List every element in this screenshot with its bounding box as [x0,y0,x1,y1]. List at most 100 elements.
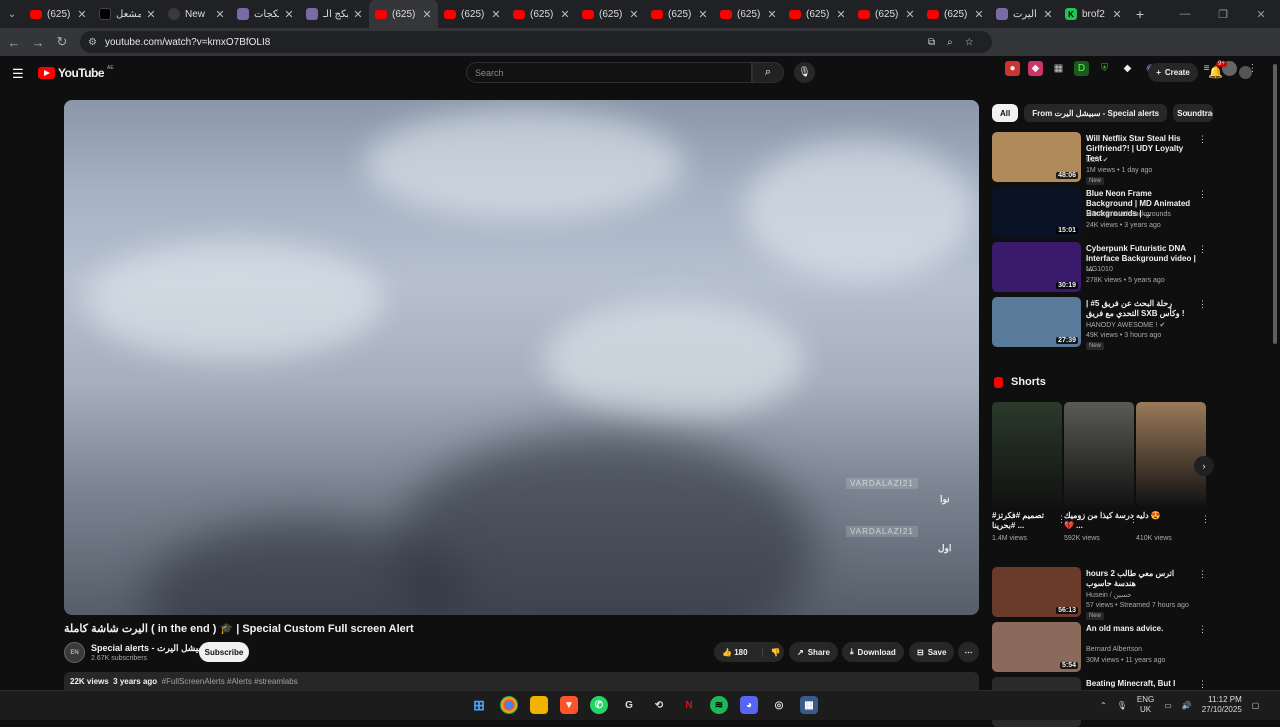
description-box[interactable]: 22K views 3 years ago #FullScreenAlerts … [64,672,979,692]
tab-close-icon[interactable]: ✕ [905,8,915,21]
search-button[interactable]: ⌕ [752,62,784,83]
app-g-icon[interactable]: G [620,696,638,714]
more-options-icon[interactable]: ⋮ [1201,514,1210,525]
site-info-icon[interactable]: ⚙ [88,37,97,48]
tab-search-icon[interactable]: ⌄ [0,0,24,28]
video-title[interactable]: رحلة البحث عن فريق 5# | التحدي مع فريق S… [1086,299,1196,319]
share-button[interactable]: ↗ Share [789,642,838,662]
discord-icon[interactable]: ◕ [740,696,758,714]
browser-tab[interactable]: (625) ✕ [576,0,645,28]
account-avatar[interactable] [1239,66,1252,79]
browser-tab[interactable]: مشعل ✕ [93,0,162,28]
sync-app-icon[interactable]: ⟲ [650,696,668,714]
like-button[interactable]: 👍 180 [722,648,748,657]
video-title[interactable]: hours 2 اترس معي طالب هندسة حاسوب [1086,569,1196,589]
hamburger-menu-icon[interactable]: ☰ [12,66,24,82]
channel-name[interactable]: UDY ✔ [1086,156,1108,164]
short-thumbnail[interactable] [1064,402,1134,507]
windows-start-icon[interactable]: ⊞ [470,696,488,714]
video-thumbnail[interactable]: 48:06 [992,132,1081,182]
short-item[interactable]: درسة كيذا من زوميك 💔 ... 592K views ⋮ [1064,402,1138,542]
more-actions-button[interactable]: ⋯ [958,642,979,662]
create-button[interactable]: + Create [1148,63,1198,82]
tray-overflow-icon[interactable]: ⌃ [1100,701,1107,710]
tab-close-icon[interactable]: ✕ [215,8,225,21]
back-icon[interactable]: ← [2,35,26,50]
recommended-video[interactable]: 15:01 Blue Neon Frame Background | MD Ani… [992,187,1212,237]
browser-tab[interactable]: (625) ✕ [783,0,852,28]
netflix-icon[interactable]: N [680,696,698,714]
tab-close-icon[interactable]: ✕ [974,8,984,21]
minimize-icon[interactable]: — [1166,8,1204,21]
more-options-icon[interactable]: ⋮ [1198,299,1207,310]
tab-close-icon[interactable]: ✕ [77,8,87,21]
short-title[interactable]: دليه 😍 [1136,511,1206,533]
channel-avatar[interactable]: EN [64,642,85,663]
video-thumbnail[interactable]: 5:54 [992,622,1081,672]
more-options-icon[interactable]: ⋮ [1198,624,1207,635]
tab-close-icon[interactable]: ✕ [1112,8,1122,21]
more-options-icon[interactable]: ⋮ [1198,189,1207,200]
browser-tab[interactable]: (625) ✕ [369,0,438,28]
download-button[interactable]: ⤓ Download [842,642,904,662]
shorts-next-button[interactable]: › [1194,456,1214,476]
browser-tab[interactable]: New ✕ [162,0,231,28]
browser-tab[interactable]: (625) ✕ [645,0,714,28]
video-thumbnail[interactable]: 27:39 [992,297,1081,347]
more-options-icon[interactable]: ⋮ [1198,244,1207,255]
voice-search-button[interactable]: 🎙 [794,62,815,83]
subscribe-button[interactable]: Subscribe [199,642,249,662]
hashtags[interactable]: #FullScreenAlerts #Alerts #streamlabs [162,677,298,686]
more-options-icon[interactable]: ⋮ [1198,134,1207,145]
forward-icon[interactable]: → [26,35,50,50]
search-input[interactable]: Search [466,62,752,83]
tab-close-icon[interactable]: ✕ [560,8,570,21]
video-thumbnail[interactable]: 56:13 [992,567,1081,617]
browser-tab[interactable]: اليرت ✕ [990,0,1059,28]
bookmark-star-icon[interactable]: ☆ [965,37,974,48]
browser-tab[interactable]: (625) ✕ [714,0,783,28]
browser-tab[interactable]: Kbrof2 ✕ [1059,0,1128,28]
whatsapp-icon[interactable]: ✆ [590,696,608,714]
tab-close-icon[interactable]: ✕ [284,8,294,21]
channel-name[interactable]: HANODY AWESOME ! ✔ [1086,321,1165,329]
chevron-right-icon[interactable]: › [1186,108,1189,119]
file-explorer-icon[interactable] [530,696,548,714]
tab-close-icon[interactable]: ✕ [698,8,708,21]
address-bar[interactable]: ⚙ youtube.com/watch?v=kmxO7BfOLI8 [80,31,992,53]
channel-name[interactable]: MG1010 [1086,266,1113,273]
chip-all[interactable]: All [992,104,1019,122]
browser-tab[interactable]: (625) ✕ [24,0,93,28]
chrome-icon[interactable] [500,696,518,714]
short-title[interactable]: درسة كيذا من زوميك 💔 ... [1064,511,1134,533]
recommended-video[interactable]: 30:19 Cyberpunk Futuristic DNA Interface … [992,242,1212,292]
browser-tab[interactable]: (625) ✕ [507,0,576,28]
more-options-icon[interactable]: ⋮ [1198,569,1207,580]
page-scrollbar[interactable] [1272,60,1278,690]
channel-name[interactable]: Husein / حسين [1086,591,1132,599]
install-icon[interactable]: ⧉ [928,37,935,48]
recommended-video[interactable]: 48:06 Will Netflix Star Steal His Girlfri… [992,132,1212,185]
new-tab-button[interactable]: + [1128,0,1152,28]
scrollbar-thumb[interactable] [1273,64,1277,344]
browser-tab[interactable]: (625) ✕ [438,0,507,28]
maximize-icon[interactable]: ❐ [1204,8,1242,21]
recommended-video[interactable]: 56:13 hours 2 اترس معي طالب هندسة حاسوب Hu… [992,567,1212,620]
notification-center-icon[interactable]: ▢ [1252,701,1260,710]
volume-icon[interactable]: 🔊 [1182,701,1192,710]
language-indicator[interactable]: ENG UK [1137,695,1154,715]
channel-name[interactable]: Bernard Albertson [1086,646,1142,653]
video-player[interactable]: VARDALAZI21 نوا VARDALAZI21 اول [64,100,979,615]
more-options-icon[interactable]: ⋮ [1198,679,1207,690]
short-thumbnail[interactable] [992,402,1062,507]
recommended-video[interactable]: 27:39 رحلة البحث عن فريق 5# | التحدي مع ف… [992,297,1212,350]
video-thumbnail[interactable]: 15:01 [992,187,1081,237]
recommended-video[interactable]: 5:54 An old mans advice. Bernard Albertson… [992,622,1212,672]
tab-close-icon[interactable]: ✕ [422,8,432,21]
youtube-logo[interactable]: YouTube AE [38,65,114,80]
tab-close-icon[interactable]: ✕ [146,8,156,21]
save-button[interactable]: ⊟ Save [909,642,955,662]
brave-icon[interactable]: ▼ [560,696,578,714]
short-thumbnail[interactable] [1136,402,1206,507]
channel-name[interactable]: Special alerts - سبيشل اليرت [91,643,209,654]
